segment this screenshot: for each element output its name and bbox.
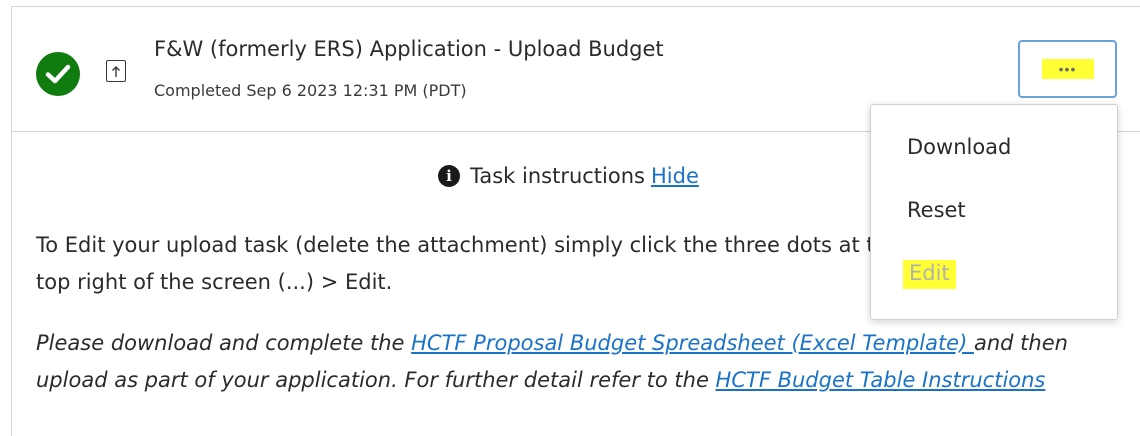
menu-item-download[interactable]: Download bbox=[907, 135, 1011, 159]
info-icon: i bbox=[438, 165, 460, 187]
menu-item-edit[interactable]: Edit bbox=[903, 260, 956, 289]
hide-instructions-link[interactable]: Hide bbox=[651, 164, 699, 188]
upload-icon bbox=[106, 60, 126, 82]
instructions-paragraph-edit: To Edit your upload task (delete the att… bbox=[36, 233, 901, 294]
check-icon bbox=[36, 52, 80, 96]
task-status: Completed Sep 6 2023 12:31 PM (PDT) bbox=[154, 81, 467, 100]
more-dots-icon: ••• bbox=[1041, 59, 1094, 79]
budget-spreadsheet-link[interactable]: HCTF Proposal Budget Spreadsheet (Excel … bbox=[411, 331, 974, 355]
paragraph-text: Please download and complete the bbox=[36, 331, 412, 355]
actions-dropdown-menu: Download Reset Edit bbox=[870, 104, 1118, 320]
instructions-paragraph-download: Please download and complete the HCTF Pr… bbox=[36, 325, 1096, 399]
task-instructions-toggle: i Task instructions Hide bbox=[438, 164, 699, 188]
more-actions-button[interactable]: ••• bbox=[1018, 40, 1117, 98]
menu-item-reset[interactable]: Reset bbox=[907, 198, 966, 222]
task-title: F&W (formerly ERS) Application - Upload … bbox=[154, 37, 664, 61]
budget-table-instructions-link[interactable]: HCTF Budget Table Instructions bbox=[716, 368, 1046, 392]
task-instructions-label: Task instructions bbox=[470, 164, 645, 188]
